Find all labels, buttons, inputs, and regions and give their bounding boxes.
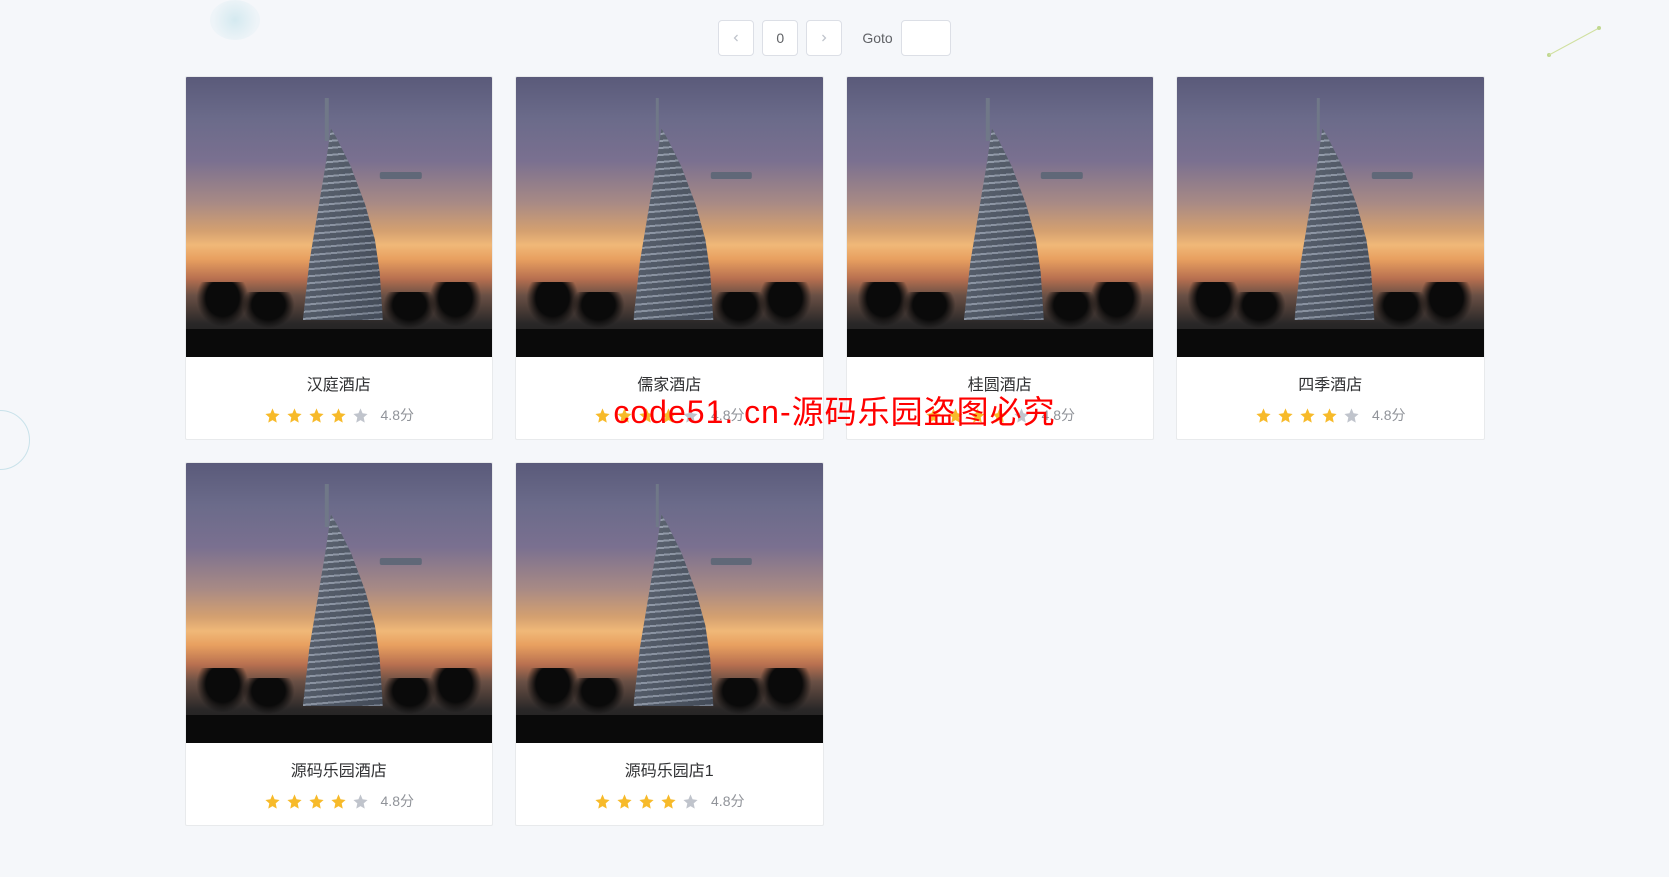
hotel-grid: 汉庭酒店 4.8分 儒家酒店 4.8 [185,76,1485,826]
star-icon [264,407,281,424]
star-icon [352,793,369,810]
star-rating [1255,407,1360,424]
chevron-right-icon [818,32,830,44]
hotel-card[interactable]: 源码乐园酒店 4.8分 [185,462,494,826]
hotel-card[interactable]: 儒家酒店 4.8分 [515,76,824,440]
star-rating [264,407,369,424]
star-icon [286,793,303,810]
star-rating [594,407,699,424]
hotel-card[interactable]: 源码乐园店1 4.8分 [515,462,824,826]
hotel-image [516,463,823,743]
star-icon [286,407,303,424]
decoration-lines [1539,20,1619,60]
rating-score: 4.8分 [381,791,414,811]
rating-score: 4.8分 [1372,405,1405,425]
rating-score: 4.8分 [381,405,414,425]
rating-row: 4.8分 [530,791,809,811]
hotel-name: 汉庭酒店 [200,371,479,395]
star-icon [594,407,611,424]
star-icon [1013,407,1030,424]
next-page-button[interactable] [806,20,842,56]
hotel-card[interactable]: 四季酒店 4.8分 [1176,76,1485,440]
hotel-name: 四季酒店 [1191,371,1470,395]
rating-row: 4.8分 [1191,405,1470,425]
star-icon [264,793,281,810]
star-icon [925,407,942,424]
star-icon [308,793,325,810]
hotel-image [186,463,493,743]
star-icon [682,407,699,424]
hotel-name: 儒家酒店 [530,371,809,395]
star-rating [925,407,1030,424]
goto-input[interactable] [901,20,951,56]
star-icon [660,407,677,424]
hotel-image [516,77,823,357]
star-rating [594,793,699,810]
star-icon [1255,407,1272,424]
current-page: 0 [762,20,798,56]
star-icon [1299,407,1316,424]
hotel-name: 源码乐园酒店 [200,757,479,781]
star-icon [616,407,633,424]
star-icon [616,793,633,810]
star-icon [1277,407,1294,424]
rating-row: 4.8分 [200,791,479,811]
star-icon [947,407,964,424]
star-icon [991,407,1008,424]
hotel-image [186,77,493,357]
rating-row: 4.8分 [200,405,479,425]
hotel-name: 桂圆酒店 [861,371,1140,395]
star-icon [1321,407,1338,424]
rating-score: 4.8分 [711,791,744,811]
hotel-name: 源码乐园店1 [530,757,809,781]
hotel-card[interactable]: 桂圆酒店 4.8分 [846,76,1155,440]
hotel-image [1177,77,1484,357]
star-icon [308,407,325,424]
star-icon [638,407,655,424]
star-icon [682,793,699,810]
rating-score: 4.8分 [711,405,744,425]
chevron-left-icon [730,32,742,44]
rating-row: 4.8分 [530,405,809,425]
hotel-image [847,77,1154,357]
goto-label: Goto [862,30,892,46]
rating-row: 4.8分 [861,405,1140,425]
star-icon [1343,407,1360,424]
rating-score: 4.8分 [1042,405,1075,425]
star-rating [264,793,369,810]
star-icon [660,793,677,810]
star-icon [969,407,986,424]
prev-page-button[interactable] [718,20,754,56]
pagination: 0 Goto [80,20,1589,56]
star-icon [330,407,347,424]
star-icon [330,793,347,810]
hotel-card[interactable]: 汉庭酒店 4.8分 [185,76,494,440]
star-icon [638,793,655,810]
star-icon [352,407,369,424]
star-icon [594,793,611,810]
